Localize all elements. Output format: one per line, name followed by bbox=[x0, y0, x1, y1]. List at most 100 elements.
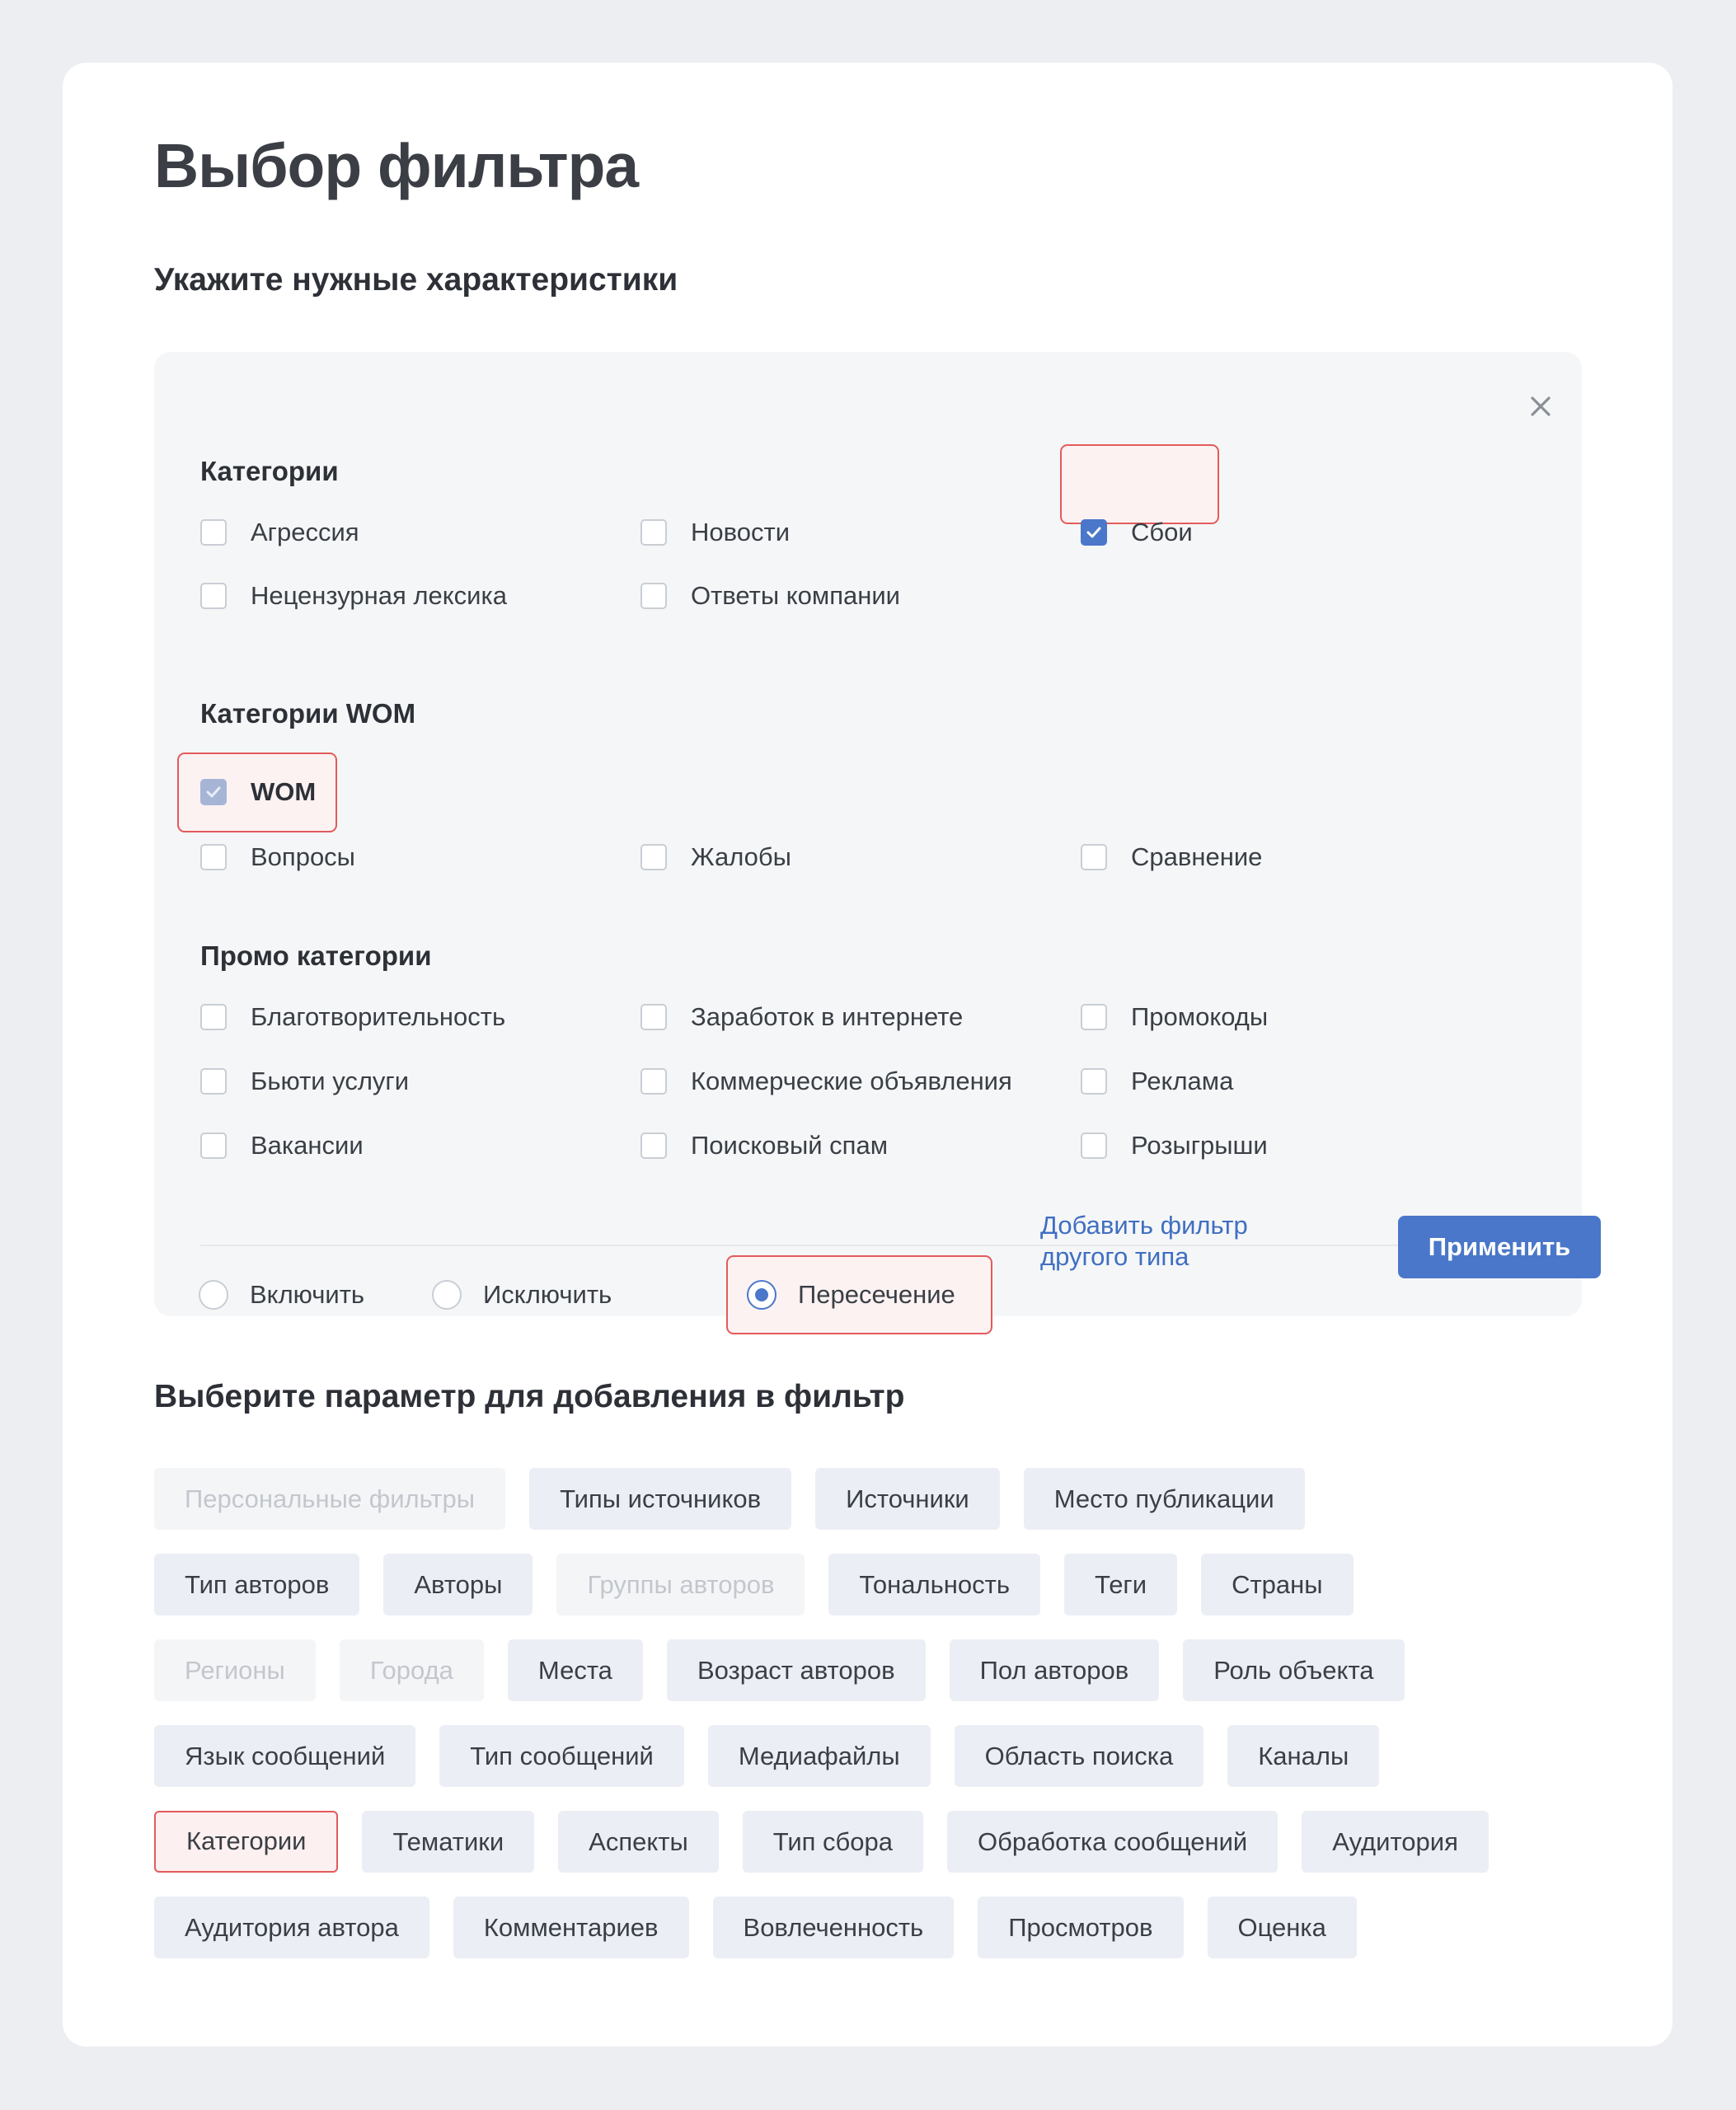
checkbox-label: Нецензурная лексика bbox=[251, 581, 507, 610]
param-chip[interactable]: Обработка сообщений bbox=[947, 1811, 1279, 1873]
param-chip[interactable]: Тематики bbox=[362, 1811, 535, 1873]
checkbox-box bbox=[640, 1132, 667, 1159]
checkbox-label: Бьюти услуги bbox=[251, 1067, 410, 1095]
param-chip[interactable]: Место публикации bbox=[1023, 1468, 1305, 1530]
checkbox-vacancies[interactable]: Вакансии bbox=[200, 1124, 364, 1167]
radio-dot bbox=[432, 1280, 462, 1310]
param-chip[interactable]: Аудитория bbox=[1302, 1811, 1489, 1873]
checkbox-questions[interactable]: Вопросы bbox=[200, 836, 355, 879]
close-button[interactable] bbox=[1518, 383, 1564, 429]
radio-label: Включить bbox=[250, 1280, 365, 1309]
checkbox-label: Вопросы bbox=[251, 842, 355, 871]
param-chip[interactable]: Тип сбора bbox=[742, 1811, 924, 1873]
checkbox-label: Розыгрыши bbox=[1131, 1131, 1268, 1160]
add-filter-link[interactable]: Добавить фильтр другого типа bbox=[1040, 1210, 1288, 1273]
param-chip[interactable]: Медиафайлы bbox=[707, 1725, 931, 1787]
param-chip[interactable]: Аспекты bbox=[558, 1811, 719, 1873]
param-chip[interactable]: Тип сообщений bbox=[439, 1725, 684, 1787]
checkbox-box bbox=[1081, 1004, 1107, 1030]
radio-dot bbox=[747, 1280, 777, 1310]
checkbox-online-earnings[interactable]: Заработок в интернете bbox=[640, 996, 963, 1039]
checkbox-box bbox=[640, 519, 667, 546]
checkbox-box bbox=[200, 1132, 227, 1159]
param-chip[interactable]: Пол авторов bbox=[949, 1639, 1160, 1701]
checkbox-box bbox=[200, 779, 227, 805]
checkbox-box bbox=[1081, 1068, 1107, 1095]
checkbox-advertising[interactable]: Реклама bbox=[1081, 1060, 1233, 1103]
checkbox-aggression[interactable]: Агрессия bbox=[200, 511, 359, 554]
checkbox-label: Поисковый спам bbox=[691, 1131, 889, 1160]
param-chip[interactable]: Теги bbox=[1064, 1554, 1178, 1615]
checkbox-search-spam[interactable]: Поисковый спам bbox=[640, 1124, 888, 1167]
checkbox-promocodes[interactable]: Промокоды bbox=[1081, 996, 1268, 1039]
checkbox-label: Сравнение bbox=[1131, 842, 1263, 871]
section-title-wom: Категории WOM bbox=[200, 698, 416, 729]
check-icon bbox=[206, 786, 221, 798]
checkbox-complaints[interactable]: Жалобы bbox=[640, 836, 791, 879]
param-chip: Группы авторов bbox=[556, 1554, 805, 1615]
section-title-promo: Промо категории bbox=[200, 940, 432, 971]
checkbox-box bbox=[640, 1004, 667, 1030]
param-chip[interactable]: Места bbox=[507, 1639, 643, 1701]
section-subtitle: Укажите нужные характеристики bbox=[154, 262, 678, 298]
param-chip[interactable]: Каналы bbox=[1227, 1725, 1380, 1787]
checkbox-charity[interactable]: Благотворительность bbox=[200, 996, 505, 1039]
checkbox-commercial-ads[interactable]: Коммерческие объявления bbox=[640, 1060, 1012, 1103]
filter-card: Выбор фильтра Укажите нужные характерист… bbox=[63, 63, 1673, 2047]
param-chip[interactable]: Оценка bbox=[1207, 1897, 1357, 1958]
params-title: Выберите параметр для добавления в фильт… bbox=[154, 1379, 905, 1414]
checkbox-label: Заработок в интернете bbox=[691, 1002, 964, 1031]
param-chip[interactable]: Авторы bbox=[383, 1554, 533, 1615]
checkbox-news[interactable]: Новости bbox=[640, 511, 790, 554]
chip-row: Тип авторов Авторы Группы авторов Тональнос… bbox=[154, 1554, 1588, 1615]
checkbox-comparison[interactable]: Сравнение bbox=[1081, 836, 1262, 879]
checkbox-box bbox=[1081, 519, 1107, 546]
param-chip[interactable]: Роль объекта bbox=[1183, 1639, 1405, 1701]
param-chip[interactable]: Категории bbox=[154, 1811, 339, 1873]
param-chip[interactable]: Область поиска bbox=[954, 1725, 1204, 1787]
section-title-categories: Категории bbox=[200, 456, 339, 486]
checkbox-box bbox=[200, 519, 227, 546]
checkbox-wom[interactable]: WOM bbox=[200, 771, 316, 814]
checkbox-beauty[interactable]: Бьюти услуги bbox=[200, 1060, 409, 1103]
param-chip[interactable]: Тональность bbox=[828, 1554, 1040, 1615]
checkbox-box bbox=[200, 844, 227, 870]
apply-button[interactable]: Применить bbox=[1398, 1216, 1601, 1278]
checkbox-label: Ответы компании bbox=[691, 581, 900, 610]
panel-divider bbox=[200, 1245, 1536, 1246]
checkbox-label: Промокоды bbox=[1131, 1002, 1269, 1031]
chip-row: Регионы Города Места Возраст авторов Пол авт… bbox=[154, 1639, 1588, 1701]
param-chip[interactable]: Комментариев bbox=[453, 1897, 689, 1958]
chip-row: Язык сообщений Тип сообщений Медиафайлы Обл… bbox=[154, 1725, 1588, 1787]
checkbox-label: Сбои bbox=[1131, 518, 1193, 546]
param-chip[interactable]: Возраст авторов bbox=[666, 1639, 926, 1701]
param-chip[interactable]: Типы источников bbox=[529, 1468, 792, 1530]
param-chip[interactable]: Тип авторов bbox=[154, 1554, 360, 1615]
radio-intersection[interactable]: Пересечение bbox=[747, 1273, 955, 1316]
radio-exclude[interactable]: Исключить bbox=[432, 1273, 612, 1316]
radio-include[interactable]: Включить bbox=[199, 1273, 364, 1316]
param-chip[interactable]: Источники bbox=[815, 1468, 1000, 1530]
checkbox-profanity[interactable]: Нецензурная лексика bbox=[200, 574, 507, 617]
checkbox-box bbox=[200, 1068, 227, 1095]
checkbox-giveaways[interactable]: Розыгрыши bbox=[1081, 1124, 1268, 1167]
param-chip[interactable]: Просмотров bbox=[978, 1897, 1184, 1958]
chip-row: Персональные фильтры Типы источников Источ… bbox=[154, 1468, 1588, 1530]
param-chip: Регионы bbox=[154, 1639, 316, 1701]
checkbox-box bbox=[200, 1004, 227, 1030]
checkbox-label: Жалобы bbox=[691, 842, 791, 871]
check-icon bbox=[1086, 527, 1101, 538]
param-chip[interactable]: Страны bbox=[1201, 1554, 1354, 1615]
checkbox-sboi[interactable]: Сбои bbox=[1081, 511, 1193, 554]
param-chip[interactable]: Аудитория автора bbox=[154, 1897, 429, 1958]
param-chip[interactable]: Язык сообщений bbox=[154, 1725, 416, 1787]
param-chip[interactable]: Вовлеченность bbox=[712, 1897, 955, 1958]
checkbox-label: Вакансии bbox=[251, 1131, 364, 1160]
category-filter-panel: Категории Агрессия Новости Сбои Нецензур… bbox=[154, 352, 1601, 1334]
checkbox-label: Реклама bbox=[1131, 1067, 1234, 1095]
checkbox-label: Коммерческие объявления bbox=[691, 1067, 1012, 1095]
checkbox-box bbox=[1081, 1132, 1107, 1159]
checkbox-company-replies[interactable]: Ответы компании bbox=[640, 574, 900, 617]
checkbox-label: Агрессия bbox=[251, 518, 359, 546]
radio-label: Пересечение bbox=[798, 1280, 955, 1309]
